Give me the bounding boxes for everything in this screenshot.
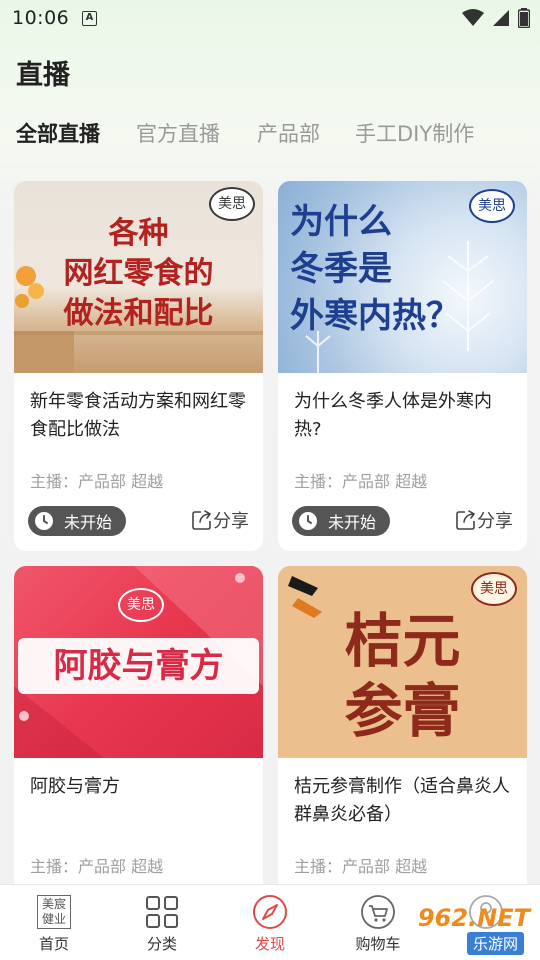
nav-discover[interactable]: 发现 [216, 885, 324, 960]
live-thumbnail: 阿胶与膏方 美思 [14, 566, 263, 758]
live-host: 主播：产品部 超越 [294, 472, 428, 491]
tab-official-live[interactable]: 官方直播 [136, 118, 220, 148]
live-thumbnail: 桔元 参膏 美思 [278, 566, 527, 758]
category-tabs: 全部直播 官方直播 产品部 手工DIY制作 [0, 118, 540, 162]
live-host: 主播：产品部 超越 [30, 472, 164, 491]
live-host: 主播：产品部 超越 [294, 857, 428, 876]
nav-label: 发现 [254, 935, 285, 953]
thumb-line: 桔元 [344, 607, 461, 675]
watermark-text: 962.NET [417, 904, 530, 932]
live-thumbnail: 为什么 冬季是 外寒内热？ 美思 [278, 181, 527, 373]
tab-product-dept[interactable]: 产品部 [257, 118, 320, 148]
live-title: 为什么冬季人体是外寒内热? [294, 391, 492, 440]
nav-label: 首页 [38, 935, 69, 953]
live-title: 新年零食活动方案和网红零食配比做法 [30, 391, 246, 440]
live-thumbnail: 各种 网红零食的 做法和配比 美思 [14, 181, 263, 373]
brand-logo-icon: 美思 [471, 572, 517, 606]
nav-home[interactable]: 美宸健业 首页 [0, 885, 108, 960]
share-icon [456, 510, 476, 530]
page-title: 直播 [16, 60, 70, 91]
brand-logo-icon: 美思 [118, 588, 164, 622]
share-icon [192, 510, 212, 530]
live-card[interactable]: 各种 网红零食的 做法和配比 美思 新年零食活动方案和网红零食配比做法 主播：产… [14, 181, 263, 551]
tab-all-live[interactable]: 全部直播 [16, 118, 100, 148]
home-logo: 美宸健业 [37, 895, 71, 929]
tab-diy[interactable]: 手工DIY制作 [355, 118, 474, 148]
share-label: 分享 [477, 511, 513, 532]
live-status-badge: 未开始 [28, 506, 127, 536]
thumb-line: 外寒内热？ [290, 296, 460, 336]
clock-icon [35, 512, 53, 530]
thumb-line: 参膏 [344, 677, 461, 745]
live-title: 桔元参膏制作（适合鼻炎人群鼻炎必备） [294, 776, 510, 825]
compass-icon [251, 893, 289, 931]
live-status-label: 未开始 [328, 513, 377, 532]
clock-icon [299, 512, 317, 530]
notification-badge-icon: A [82, 11, 97, 26]
live-title: 阿胶与膏方 [30, 776, 120, 797]
live-host: 主播：产品部 超越 [30, 857, 164, 876]
nav-label: 购物车 [355, 935, 401, 953]
live-status-label: 未开始 [64, 513, 113, 532]
thumb-line: 阿胶与膏方 [53, 646, 224, 686]
share-label: 分享 [213, 511, 249, 532]
live-card[interactable]: 阿胶与膏方 美思 阿胶与膏方 主播：产品部 超越 [14, 566, 263, 896]
share-button[interactable]: 分享 [191, 507, 249, 533]
watermark-subtext: 乐游网 [466, 932, 524, 955]
nav-label: 分类 [146, 935, 177, 953]
brand-logo-icon: 美思 [469, 189, 515, 223]
live-card[interactable]: 为什么 冬季是 外寒内热？ 美思 为什么冬季人体是外寒内热? 主播：产品部 超越… [278, 181, 527, 551]
battery-icon [518, 8, 530, 28]
thumb-line: 网红零食的 [63, 256, 214, 291]
status-icons [462, 8, 530, 28]
brand-logo-icon: 美思 [209, 187, 255, 221]
nav-category[interactable]: 分类 [108, 885, 216, 960]
grid-icon [143, 893, 181, 931]
brand-logo-icon: 美宸健业 [35, 893, 73, 931]
cart-icon [359, 893, 397, 931]
site-watermark: 962.NET 乐游网 [404, 902, 534, 956]
thumb-line: 做法和配比 [63, 296, 214, 331]
status-bar: 10:06 A [0, 0, 540, 38]
wifi-icon [462, 9, 484, 26]
status-time: 10:06 [12, 7, 70, 29]
live-card[interactable]: 桔元 参膏 美思 桔元参膏制作（适合鼻炎人群鼻炎必备） 主播：产品部 超越 [278, 566, 527, 896]
thumb-line: 冬季是 [290, 249, 392, 289]
share-button[interactable]: 分享 [455, 507, 513, 533]
signal-icon [493, 10, 509, 26]
live-status-badge: 未开始 [292, 506, 391, 536]
